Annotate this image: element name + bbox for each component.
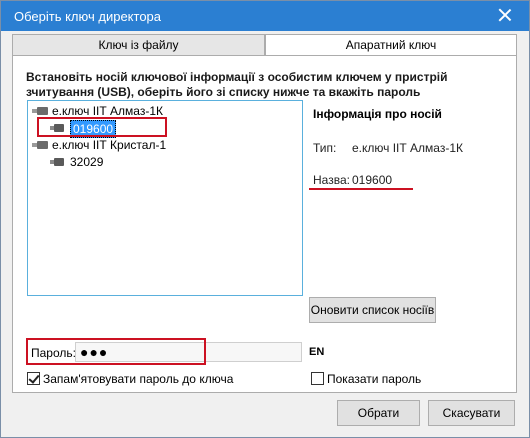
annotation-highlight-password: [26, 338, 206, 365]
info-title: Інформація про носій: [313, 107, 442, 121]
tab-key-from-file-label: Ключ із файлу: [98, 38, 179, 52]
window-title: Оберіть ключ директора: [14, 9, 162, 24]
tree-item-label: е.ключ ІІТ Кристал-1: [52, 138, 167, 152]
show-password-checkbox[interactable]: [311, 372, 324, 385]
tab-key-from-file[interactable]: Ключ із файлу: [12, 34, 265, 55]
cancel-button[interactable]: Скасувати: [428, 400, 515, 426]
tab-hardware-key[interactable]: Апаратний ключ: [265, 34, 517, 55]
info-name-label: Назва:: [313, 173, 350, 187]
key-media-icon: [50, 157, 66, 167]
remember-password-label: Запам'ятовувати пароль до ключа: [43, 372, 234, 386]
select-button[interactable]: Обрати: [337, 400, 420, 426]
keyboard-layout-indicator: EN: [309, 346, 325, 358]
info-name-value: 019600: [352, 173, 393, 187]
refresh-list-button[interactable]: Оновити список носіїв: [309, 297, 436, 323]
info-type-label: Тип:: [313, 141, 337, 155]
info-type-value: е.ключ ІІТ Алмаз-1К: [352, 141, 464, 155]
title-bar[interactable]: Оберіть ключ директора: [1, 1, 529, 31]
tab-hardware-key-label: Апаратний ключ: [345, 38, 437, 52]
usb-device-icon: [32, 106, 48, 116]
usb-device-icon: [32, 140, 48, 150]
annotation-underline: [309, 188, 413, 190]
instruction-text: Встановіть носій ключової інформації з о…: [26, 70, 448, 99]
tree-item-label: 32029: [70, 155, 104, 169]
close-icon[interactable]: [495, 5, 515, 25]
remember-password-checkbox[interactable]: [27, 372, 40, 385]
show-password-label: Показати пароль: [327, 372, 422, 386]
annotation-highlight-key: [37, 117, 167, 137]
